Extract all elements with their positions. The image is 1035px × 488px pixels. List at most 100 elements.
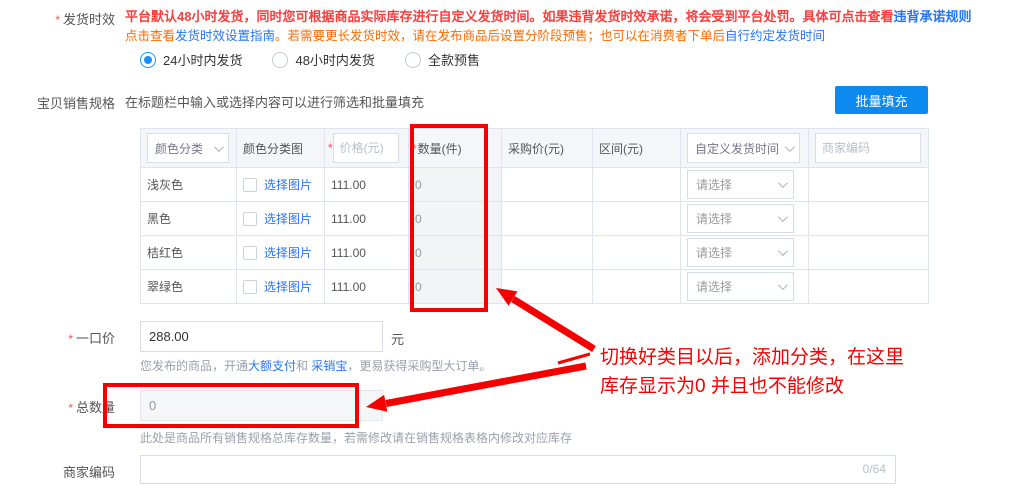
chevron-down-icon — [778, 212, 788, 222]
select-image-link[interactable]: 选择图片 — [264, 176, 312, 193]
caixiaobao-link[interactable]: 采销宝 — [311, 359, 347, 373]
warning-text: 平台默认48小时发货，同时您可根据商品实际库存进行自定义发货时间。如果违背发货时… — [125, 9, 893, 24]
warning-text: 。若需要更长发货时效，请在发布商品后设置分阶段预售；也可以在消费者下单后 — [275, 29, 725, 43]
select-image-link[interactable]: 选择图片 — [264, 244, 312, 261]
sku-image-cell: 选择图片 — [237, 236, 325, 270]
bulk-fill-button[interactable]: 批量填充 — [835, 86, 928, 114]
sku-price-cell[interactable]: 111.00 — [325, 270, 409, 304]
col-header-merchant-code — [809, 129, 929, 168]
shipping-time-radio-group: 24小时内发货 48小时内发货 全款预售 — [140, 50, 480, 69]
annotation-leader-dash — [558, 354, 590, 363]
radio-24h-shipping[interactable]: 24小时内发货 — [140, 50, 242, 69]
chevron-down-icon — [778, 178, 788, 188]
merchant-code-label: 商家编码 — [0, 462, 115, 481]
sku-ship-time-cell: 请选择 — [681, 168, 809, 202]
price-helper: 您发布的商品，开通大额支付和 采销宝，更易获得采购型大订单。 — [140, 357, 491, 374]
row-ship-time-select[interactable]: 请选择 — [687, 238, 794, 267]
select-image-link[interactable]: 选择图片 — [264, 278, 312, 295]
sku-color-cell: 浅灰色 — [141, 168, 237, 202]
sku-purchase-price-cell[interactable] — [502, 270, 593, 304]
checkbox[interactable] — [243, 212, 257, 226]
merchant-code-input[interactable] — [140, 455, 896, 484]
total-quantity-helper: 此处是商品所有销售规格总库存数量，若需修改请在销售规格表格内修改对应库存 — [140, 429, 572, 446]
col-header-purchase-price: 采购价(元) — [502, 129, 593, 168]
annotation-text: 切换好类目以后，添加分类，在这里 库存显示为0 并且也不能修改 — [600, 343, 904, 401]
fixed-price-label: *一口价 — [0, 328, 115, 347]
sku-merchant-code-cell[interactable] — [809, 202, 929, 236]
checkbox[interactable] — [243, 178, 257, 192]
price-unit: 元 — [391, 329, 404, 348]
ship-time-select[interactable]: 自定义发货时间 — [687, 133, 800, 163]
sku-color-cell: 桔红色 — [141, 236, 237, 270]
sku-section-label: 宝贝销售规格 — [0, 93, 115, 112]
select-placeholder: 请选择 — [696, 176, 732, 193]
checkbox[interactable] — [243, 280, 257, 294]
sku-purchase-price-cell[interactable] — [502, 236, 593, 270]
sku-table: 颜色分类 颜色分类图 * *数量(件) 采购价(元) 区间(元) 自定义发货时间… — [140, 128, 929, 304]
shipping-time-label: *发货时效 — [0, 9, 115, 28]
sku-range-cell — [593, 202, 681, 236]
annotation-line2: 库存显示为0 并且也不能修改 — [600, 372, 904, 401]
sku-range-cell — [593, 168, 681, 202]
select-placeholder: 请选择 — [696, 244, 732, 261]
sku-merchant-code-cell[interactable] — [809, 236, 929, 270]
sku-color-cell: 黑色 — [141, 202, 237, 236]
col-header-price: * — [325, 129, 409, 168]
helper-text: 和 — [296, 359, 311, 373]
row-ship-time-select[interactable]: 请选择 — [687, 170, 794, 199]
col-header-color: 颜色分类 — [141, 129, 237, 168]
color-filter-select[interactable]: 颜色分类 — [147, 133, 229, 163]
chevron-down-icon — [214, 142, 224, 152]
char-counter: 0/64 — [863, 462, 886, 476]
sku-row: 黑色 选择图片 111.00 0 请选择 — [141, 202, 929, 236]
color-filter-value: 颜色分类 — [155, 140, 203, 157]
sku-image-cell: 选择图片 — [237, 168, 325, 202]
sku-ship-time-cell: 请选择 — [681, 270, 809, 304]
sku-merchant-code-cell[interactable] — [809, 168, 929, 202]
sku-table-header-row: 颜色分类 颜色分类图 * *数量(件) 采购价(元) 区间(元) 自定义发货时间 — [141, 129, 929, 168]
price-bulk-input[interactable] — [333, 133, 399, 163]
col-header-range: 区间(元) — [593, 129, 681, 168]
sku-purchase-price-cell[interactable] — [502, 202, 593, 236]
total-quantity-input — [140, 390, 383, 421]
sku-merchant-code-cell[interactable] — [809, 270, 929, 304]
sku-row: 浅灰色 选择图片 111.00 0 请选择 — [141, 168, 929, 202]
violation-rules-link[interactable]: 违背承诺规则 — [893, 9, 971, 24]
sku-row: 翠绿色 选择图片 111.00 0 请选择 — [141, 270, 929, 304]
sku-row: 桔红色 选择图片 111.00 0 请选择 — [141, 236, 929, 270]
large-payment-link[interactable]: 大额支付 — [248, 359, 296, 373]
select-image-link[interactable]: 选择图片 — [264, 210, 312, 227]
radio-label: 24小时内发货 — [163, 50, 242, 69]
col-header-color-image: 颜色分类图 — [237, 129, 325, 168]
required-mark: * — [412, 142, 417, 156]
required-mark: * — [68, 401, 73, 415]
merchant-code-bulk-input[interactable] — [815, 133, 921, 163]
fixed-price-input[interactable] — [140, 321, 383, 352]
helper-text: ，更易获得采购型大订单。 — [347, 359, 491, 373]
sku-quantity-cell: 0 — [409, 202, 502, 236]
select-placeholder: 请选择 — [696, 210, 732, 227]
checkbox[interactable] — [243, 246, 257, 260]
radio-icon[interactable] — [272, 52, 288, 68]
chevron-down-icon — [778, 280, 788, 290]
sku-purchase-price-cell[interactable] — [502, 168, 593, 202]
sku-image-cell: 选择图片 — [237, 270, 325, 304]
custom-ship-time-link[interactable]: 自行约定发货时间 — [725, 29, 825, 43]
shipping-warning-line1: 平台默认48小时发货，同时您可根据商品实际库存进行自定义发货时间。如果违背发货时… — [125, 6, 971, 25]
radio-label: 全款预售 — [428, 50, 480, 69]
row-ship-time-select[interactable]: 请选择 — [687, 272, 794, 301]
sku-ship-time-cell: 请选择 — [681, 202, 809, 236]
sku-price-cell[interactable]: 111.00 — [325, 236, 409, 270]
shipping-warning-line2: 点击查看发货时效设置指南。若需要更长发货时效，请在发布商品后设置分阶段预售；也可… — [125, 25, 825, 44]
chevron-down-icon — [785, 142, 795, 152]
radio-icon[interactable] — [405, 52, 421, 68]
radio-icon[interactable] — [140, 52, 156, 68]
helper-text: 您发布的商品，开通 — [140, 359, 248, 373]
radio-full-presale[interactable]: 全款预售 — [405, 50, 480, 69]
sku-price-cell[interactable]: 111.00 — [325, 202, 409, 236]
required-mark: * — [68, 332, 73, 346]
sku-price-cell[interactable]: 111.00 — [325, 168, 409, 202]
radio-48h-shipping[interactable]: 48小时内发货 — [272, 50, 374, 69]
row-ship-time-select[interactable]: 请选择 — [687, 204, 794, 233]
shipping-guide-link[interactable]: 发货时效设置指南 — [175, 29, 275, 43]
